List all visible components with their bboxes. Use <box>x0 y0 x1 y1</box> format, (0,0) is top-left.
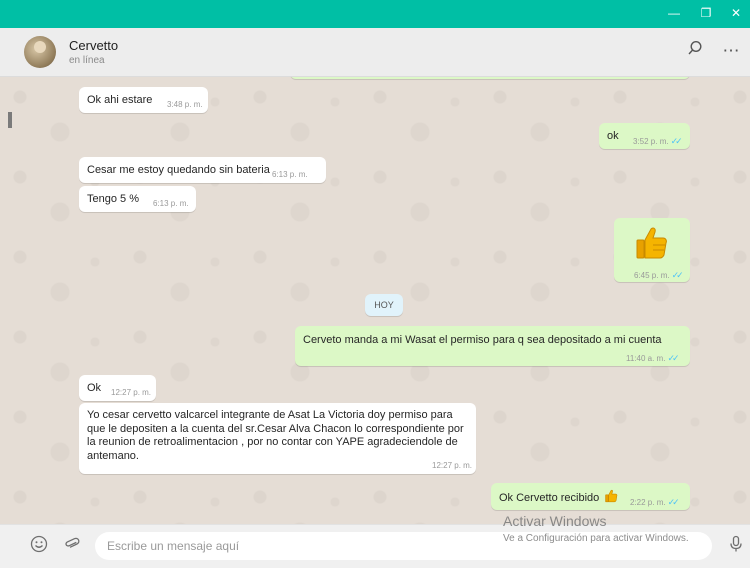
message-out[interactable]: Cerveto manda a mi Wasat el permiso para… <box>295 326 690 366</box>
message-composer <box>0 524 750 568</box>
message-time: 2:22 p. m. <box>630 498 666 507</box>
scroll-indicator[interactable] <box>8 112 12 128</box>
day-separator: HOY <box>365 294 403 316</box>
minimize-button[interactable]: — <box>660 0 688 28</box>
emoji-icon[interactable] <box>28 535 50 557</box>
message-meta: 6:45 p. m. ✓✓ <box>634 270 684 281</box>
read-receipt-icon: ✓✓ <box>667 497 680 507</box>
read-receipt-icon: ✓✓ <box>670 136 683 146</box>
message-in[interactable]: Yo cesar cervetto valcarcel integrante d… <box>79 403 476 474</box>
message-text: Yo cesar cervetto valcarcel integrante d… <box>87 409 464 463</box>
restore-button[interactable]: ❐ <box>692 0 720 28</box>
message-partial <box>290 77 690 79</box>
message-text: Cesar me estoy quedando sin bateria <box>87 164 270 176</box>
title-bar: — ❐ ✕ <box>0 0 750 28</box>
message-in[interactable]: Ok 12:27 p. m. <box>79 375 156 401</box>
more-icon[interactable]: ⋯ <box>720 40 742 62</box>
activation-watermark-title: Activar Windows <box>503 513 607 529</box>
message-line: la reunion de retroalimentacion , por no… <box>87 436 458 448</box>
message-time: 6:13 p. m. <box>272 170 308 179</box>
message-line: Yo cesar cervetto valcarcel integrante d… <box>87 409 453 421</box>
message-in[interactable]: Cesar me estoy quedando sin bateria 6:13… <box>79 157 326 183</box>
message-text: ok <box>607 130 619 142</box>
message-time: 3:48 p. m. <box>167 100 203 109</box>
paperclip-icon[interactable] <box>61 535 83 557</box>
message-text: Ok ahi estare <box>87 94 153 106</box>
activation-watermark-subtitle: Ve a Configuración para activar Windows. <box>503 533 689 544</box>
thumbs-up-emoji <box>636 227 667 259</box>
search-icon[interactable] <box>684 40 706 62</box>
message-time: 11:40 a. m. <box>626 354 666 363</box>
close-button[interactable]: ✕ <box>722 0 750 28</box>
message-line: que le depositen a la cuenta del sr.Cesa… <box>87 422 464 435</box>
message-list[interactable]: Ok ahi estare 3:48 p. m. ok 3:52 p. m. ✓✓… <box>0 77 750 524</box>
message-meta: 11:40 a. m. ✓✓ <box>626 353 680 364</box>
message-text: Ok Cervetto recibido <box>499 492 600 504</box>
message-content: Ok Cervetto recibido <box>499 489 618 505</box>
search-icon-graphic <box>688 40 702 55</box>
read-receipt-icon: ✓✓ <box>667 353 679 363</box>
paperclip-icon-graphic <box>65 537 80 548</box>
contact-avatar[interactable] <box>24 36 56 68</box>
message-time: 12:27 p. m. <box>432 461 473 470</box>
message-text: Tengo 5 % <box>87 193 139 205</box>
message-out[interactable]: ok 3:52 p. m. ✓✓ <box>599 123 690 149</box>
message-in[interactable]: Ok ahi estare 3:48 p. m. <box>79 87 208 113</box>
contact-status: en línea <box>69 55 105 66</box>
thumbs-up-emoji <box>605 489 618 503</box>
microphone-icon[interactable] <box>725 535 747 557</box>
message-text: Ok <box>87 382 102 394</box>
message-out[interactable]: 6:45 p. m. ✓✓ <box>614 218 690 282</box>
message-time: 6:45 p. m. <box>634 271 670 280</box>
message-in[interactable]: Tengo 5 % 6:13 p. m. <box>79 186 196 212</box>
message-meta: 2:22 p. m. ✓✓ <box>630 497 680 508</box>
contact-name[interactable]: Cervetto <box>69 38 118 53</box>
microphone-icon-graphic <box>730 535 742 552</box>
message-line: antemano. <box>87 449 139 462</box>
message-meta: 3:52 p. m. ✓✓ <box>633 136 683 147</box>
read-receipt-icon: ✓✓ <box>671 270 684 280</box>
message-out[interactable]: Ok Cervetto recibido 2:22 p. m. ✓✓ <box>491 483 690 510</box>
message-text: Cerveto manda a mi Wasat el permiso para… <box>303 334 662 346</box>
chat-header: Cervetto en línea ⋯ <box>0 28 750 77</box>
message-time: 6:13 p. m. <box>153 199 189 208</box>
message-time: 12:27 p. m. <box>111 388 152 397</box>
emoji-icon-graphic <box>30 535 48 553</box>
message-time: 3:52 p. m. <box>633 137 669 146</box>
